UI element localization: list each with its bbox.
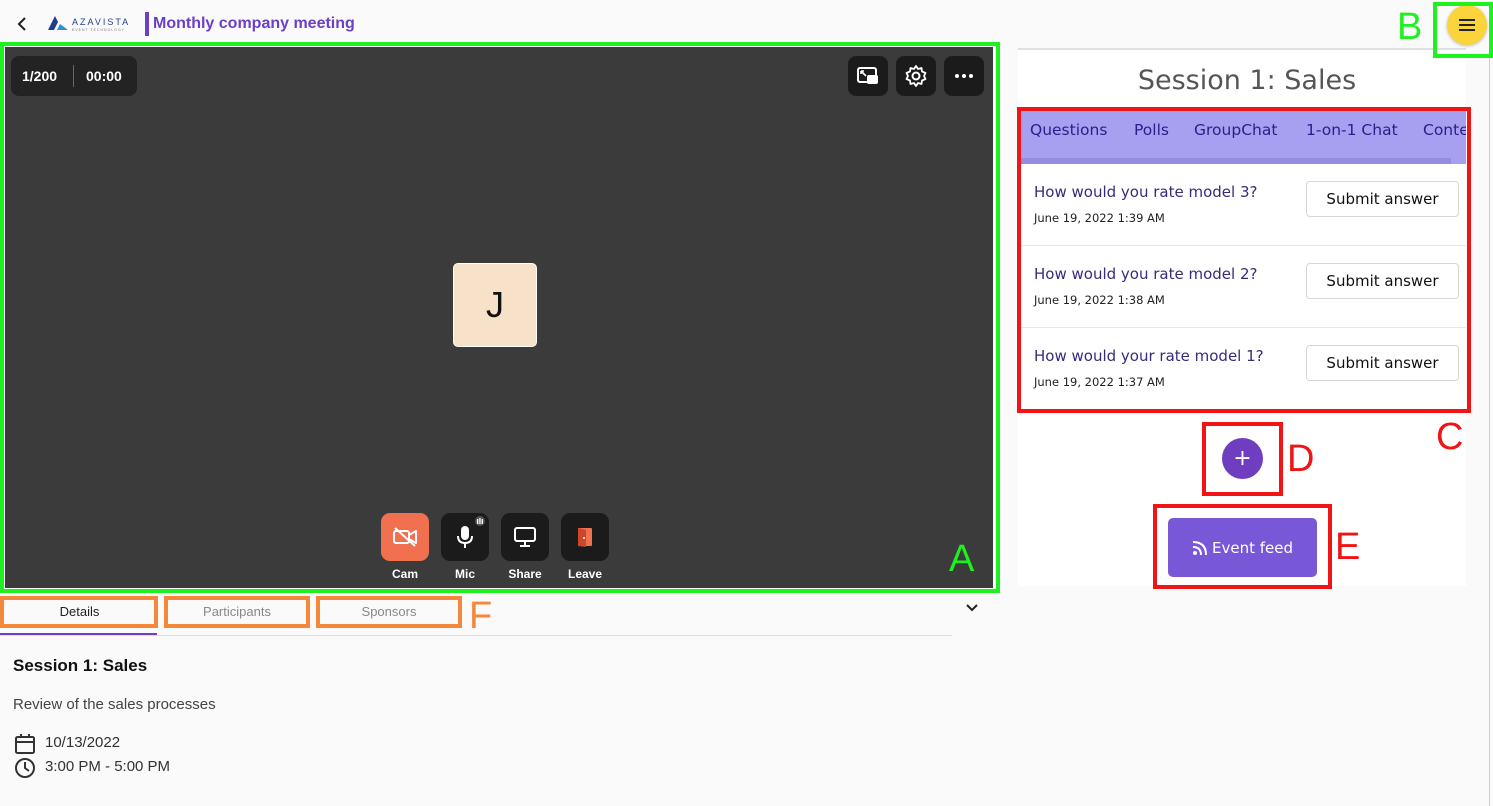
collapse-button[interactable] [963,599,981,617]
annotation-label-b: B [1397,6,1423,48]
question-text: How would you rate model 3? [1034,183,1258,201]
calendar-icon [15,734,35,754]
event-feed-button[interactable]: Event feed [1168,518,1317,577]
annotation-label-f: F [469,595,493,637]
submit-answer-button[interactable]: Submit answer [1306,181,1459,217]
question-item: How would your rate model 1? June 19, 20… [1021,328,1466,410]
question-item: How would you rate model 3? June 19, 202… [1021,164,1466,246]
chevron-down-icon [966,604,978,612]
share-label: Share [508,567,542,581]
tab-1on1-chat[interactable]: 1-on-1 Chat [1306,121,1398,139]
layout-button[interactable] [848,56,888,96]
share-button[interactable]: Share [501,513,549,581]
question-text: How would your rate model 1? [1034,347,1264,365]
camera-off-icon [393,527,417,547]
annotation-label-c: C [1436,416,1464,458]
meeting-title: Monthly company meeting [153,15,355,32]
tab-content[interactable]: Conte [1423,121,1466,139]
clock-icon [15,758,35,778]
mic-label: Mic [454,567,475,581]
tab-groupchat[interactable]: GroupChat [1194,121,1277,139]
session-date: 10/13/2022 [45,734,121,751]
tab-participants[interactable]: Participants [166,600,308,624]
engagement-tabs: Questions Polls GroupChat 1-on-1 Chat Co… [1021,111,1466,164]
call-timer: 00:00 [86,68,122,84]
back-button[interactable] [12,12,32,36]
tab-details[interactable]: Details [2,600,157,624]
call-stats: 1/200 00:00 [11,56,137,96]
hamburger-menu-icon [1459,19,1475,31]
tab-questions[interactable]: Questions [1030,121,1107,139]
gear-icon [905,65,927,87]
active-tab-underline [0,633,157,635]
video-stage: 1/200 00:00 J Cam Mic Share Leave [5,47,993,588]
azavista-logo: AZAVISTA EVENT TECHNOLOGY [48,14,134,36]
event-feed-label: Event feed [1212,538,1293,557]
annotation-label-e: E [1335,526,1361,568]
submit-answer-button[interactable]: Submit answer [1306,345,1459,381]
more-horizontal-icon [955,74,973,78]
session-description: Review of the sales processes [13,696,216,713]
question-date: June 19, 2022 1:38 AM [1034,293,1165,307]
tab-sponsors[interactable]: Sponsors [318,600,460,624]
add-question-button[interactable]: + [1222,438,1263,479]
door-exit-icon [578,528,592,547]
picture-in-picture-icon [857,67,878,84]
menu-button[interactable] [1447,5,1487,45]
leave-label: Leave [567,567,603,581]
microphone-icon [457,526,473,548]
cam-toggle[interactable]: Cam [381,513,429,581]
audio-level-icon [475,516,485,526]
cam-label: Cam [391,567,418,581]
submit-answer-button[interactable]: Submit answer [1306,263,1459,299]
annotation-label-d: D [1287,438,1315,480]
header: AZAVISTA EVENT TECHNOLOGY Monthly compan… [0,0,1000,48]
question-date: June 19, 2022 1:37 AM [1034,375,1165,389]
question-date: June 19, 2022 1:39 AM [1034,211,1165,225]
logo-wordmark: AZAVISTA [72,17,131,27]
monitor-icon [514,527,536,547]
annotation-label-a: A [949,538,975,580]
participant-avatar: J [453,263,537,347]
logo-tagline: EVENT TECHNOLOGY [72,28,126,32]
leave-button[interactable]: Leave [561,513,609,581]
panel-title: Session 1: Sales [1137,65,1357,96]
more-options-button[interactable] [944,56,984,96]
tab-polls[interactable]: Polls [1134,121,1169,139]
session-heading: Session 1: Sales [13,656,148,675]
session-time: 3:00 PM - 5:00 PM [45,758,171,775]
chevron-left-icon [17,17,26,31]
title-accent-bar [145,12,149,36]
question-item: How would you rate model 2? June 19, 202… [1021,246,1466,328]
rss-icon [1192,540,1207,555]
question-text: How would you rate model 2? [1034,265,1258,283]
settings-button[interactable] [896,56,936,96]
mic-toggle[interactable]: Mic [441,513,489,581]
page-edge-rule [1489,50,1490,806]
stats-divider [73,65,74,87]
participant-count: 1/200 [22,68,58,84]
logo-mark-icon [48,16,68,30]
